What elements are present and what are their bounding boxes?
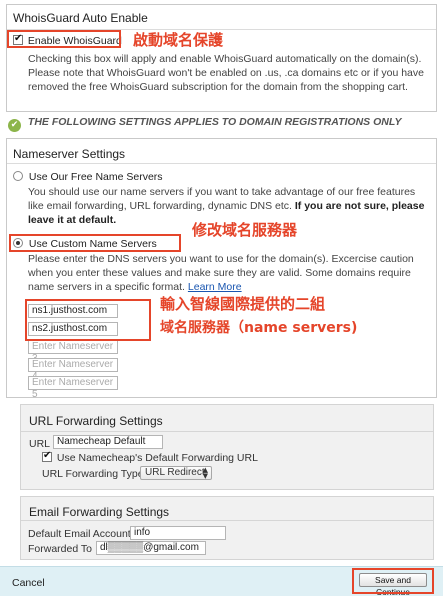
default-forwarding-label: Use Namecheap's Default Forwarding URL [56,452,258,464]
annotation-enable-protection: 啟動域名保護 [133,31,224,49]
annotation-frame-custom-ns [9,234,181,252]
learn-more-link[interactable]: Learn More [188,281,242,293]
notice-row: ✔ THE FOLLOWING SETTINGS APPLIES TO DOMA… [8,116,402,132]
annotation-frame-whoisguard [7,30,121,48]
forwarding-type-value: URL Redirect [145,467,205,478]
annotation-modify-nameservers: 修改域名服務器 [192,221,298,239]
whoisguard-section: WhoisGuard Auto Enable Enable WhoisGuard… [6,4,437,112]
free-nameservers-label: Use Our Free Name Servers [28,171,163,183]
email-forwarding-title: Email Forwarding Settings [29,505,170,519]
nameserver-5-input[interactable]: Enter Nameserver 5 [28,376,118,400]
default-account-label: Default Email Account [28,528,131,540]
default-account-input[interactable]: info [130,526,226,540]
radio-icon[interactable] [13,171,23,181]
forwarded-to-input[interactable]: dl▒▒▒▒▒@gmail.com [96,541,206,555]
annotation-frame-save [352,568,434,594]
check-circle-icon: ✔ [8,119,21,132]
annotation-enter-nameservers-line2: 域名服務器（name servers) [160,320,358,336]
whoisguard-description: Checking this box will apply and enable … [28,53,424,93]
nameserver-3-input[interactable]: Enter Nameserver 3 [28,340,118,364]
forwarded-to-label: Forwarded To [28,543,93,555]
email-forwarding-title-divider [21,520,433,521]
url-forwarding-title: URL Forwarding Settings [29,414,163,428]
cancel-link[interactable]: Cancel [12,577,45,589]
forwarding-type-label: URL Forwarding Type [42,468,144,480]
url-input[interactable]: Namecheap Default [53,435,163,449]
forwarding-type-select[interactable]: URL Redirect ▲ ▼ [140,466,212,480]
annotation-frame-ns-inputs [25,299,151,341]
select-arrows-icon: ▲ ▼ [202,466,208,480]
custom-nameservers-description: Please enter the DNS servers you want to… [28,252,432,294]
nameserver-4-input[interactable]: Enter Nameserver 4 [28,358,118,382]
url-forwarding-title-divider [21,431,433,432]
default-forwarding-checkbox[interactable]: Use Namecheap's Default Forwarding URL [42,450,258,464]
nameserver-title-divider [7,163,436,164]
notice-text: THE FOLLOWING SETTINGS APPLIES TO DOMAIN… [27,116,402,128]
url-label: URL [29,438,51,450]
annotation-enter-nameservers-line1: 輸入智線國際提供的二組 [160,295,326,313]
nameserver-title: Nameserver Settings [13,147,126,161]
whoisguard-title: WhoisGuard Auto Enable [13,11,148,25]
checkbox-icon[interactable] [42,450,52,462]
free-nameservers-radio[interactable]: Use Our Free Name Servers [13,171,163,183]
